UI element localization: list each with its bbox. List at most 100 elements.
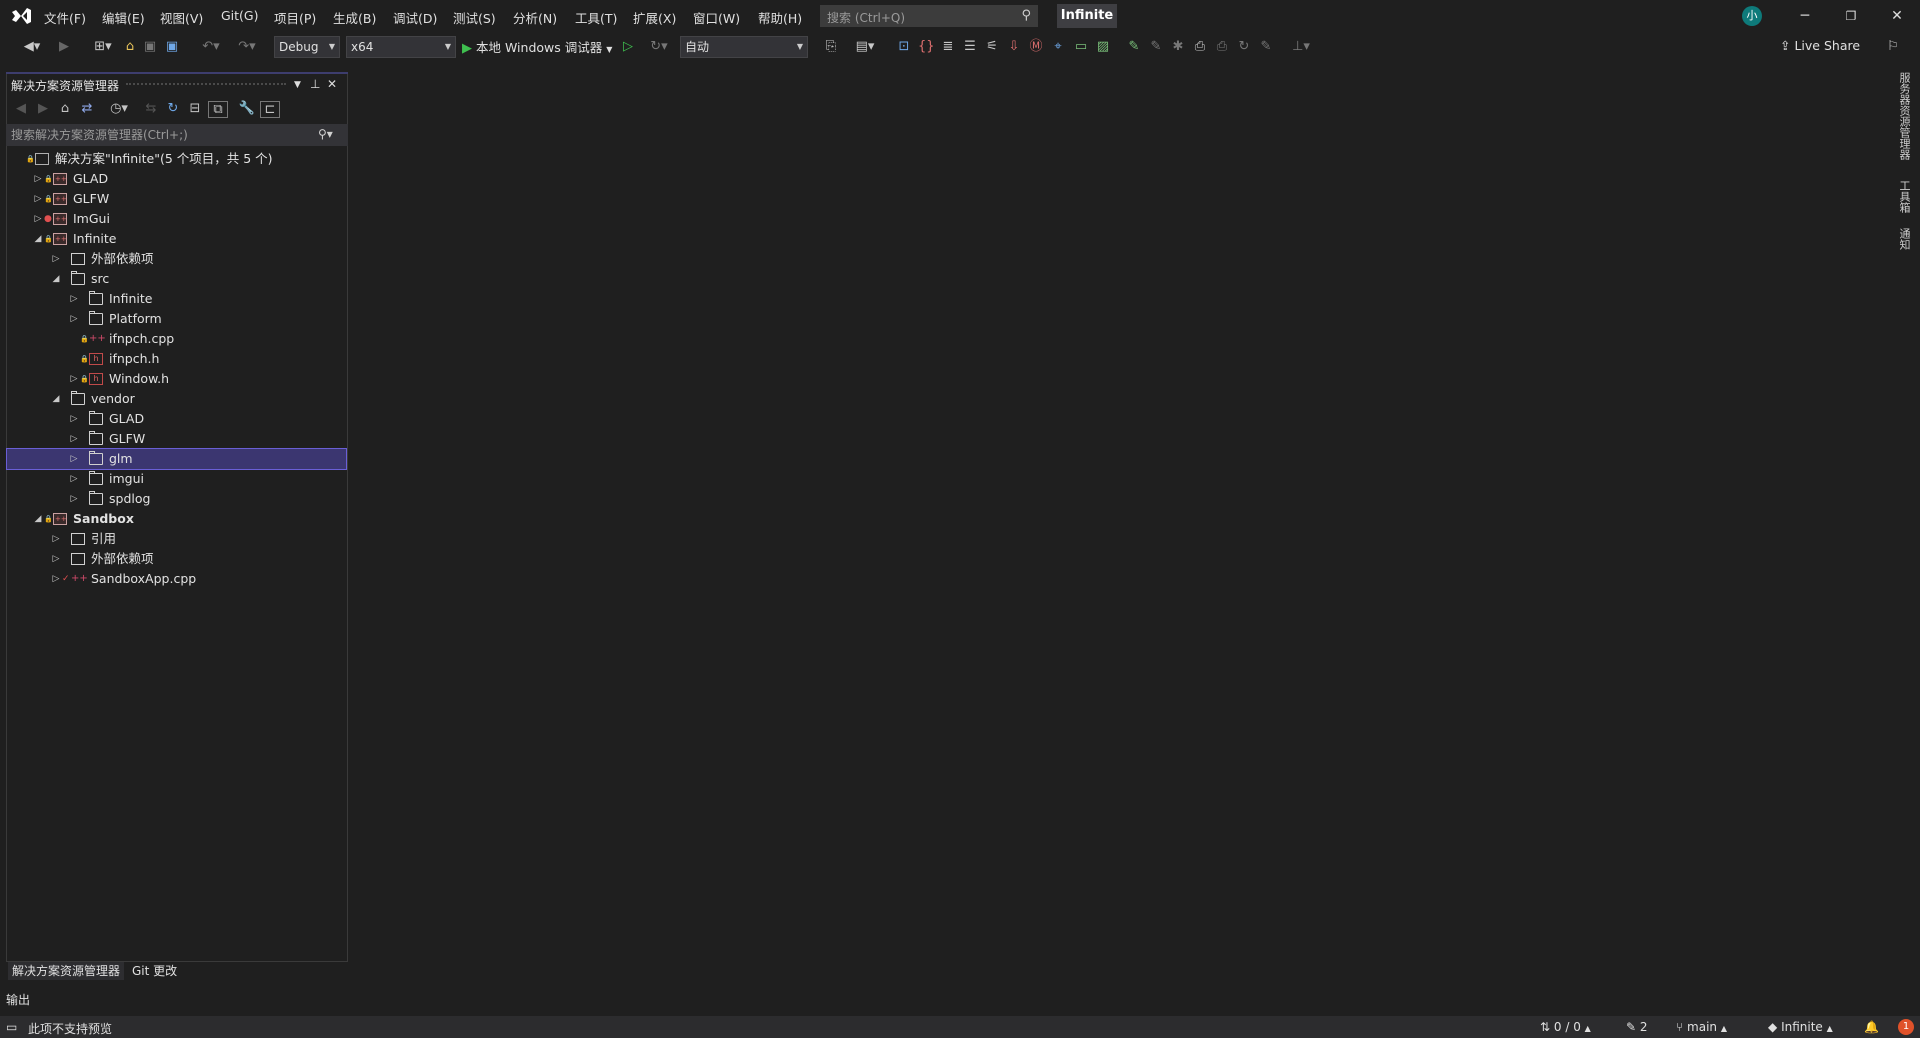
tab-notifications[interactable]: 通知: [1896, 228, 1912, 250]
collapse-all-icon[interactable]: ⊟: [186, 101, 204, 116]
switch-views-icon[interactable]: ⇄: [78, 101, 96, 116]
refresh-icon[interactable]: ↻: [164, 101, 182, 116]
bug-icon[interactable]: ✱: [1170, 38, 1186, 56]
browse-icon[interactable]: ⎘: [822, 38, 840, 56]
tree-item[interactable]: ◢ vendor: [7, 389, 346, 409]
tab-toolbox[interactable]: 工具箱: [1896, 180, 1912, 213]
tree-item[interactable]: ▷● ImGui: [7, 209, 346, 229]
menu-item[interactable]: 生成(B): [333, 8, 376, 27]
tree-item[interactable]: ▷ 🔒 h Window.h: [7, 369, 346, 389]
tree-item[interactable]: ▷ glm: [6, 448, 347, 470]
tool-icon-4[interactable]: ☰: [962, 38, 978, 56]
tree-item[interactable]: ▷ ✓ ++ SandboxApp.cpp: [7, 569, 346, 589]
account-avatar[interactable]: 小: [1742, 6, 1762, 26]
bell-icon[interactable]: 🔔: [1864, 1020, 1879, 1034]
panel-drag-handle[interactable]: [126, 83, 286, 85]
menu-item[interactable]: 帮助(H): [758, 8, 802, 27]
back-icon[interactable]: ◀▾: [14, 38, 50, 56]
collapsed-arrow-icon[interactable]: ▷: [69, 469, 79, 489]
collapsed-arrow-icon[interactable]: ▷: [69, 409, 79, 429]
se-forward-icon[interactable]: ▶: [34, 101, 52, 116]
tree-item[interactable]: ◢ src: [7, 269, 346, 289]
menu-item[interactable]: 项目(P): [274, 8, 316, 27]
tool-icon-2[interactable]: {}: [918, 38, 935, 56]
minimize-icon[interactable]: ─: [1790, 6, 1820, 26]
menu-item[interactable]: 文件(F): [44, 8, 86, 27]
solution-name-badge[interactable]: Infinite: [1057, 4, 1117, 28]
menu-item[interactable]: 窗口(W): [693, 8, 740, 27]
undo-icon[interactable]: ↶▾: [196, 38, 226, 56]
menu-item[interactable]: 测试(S): [453, 8, 496, 27]
tree-item[interactable]: 🔒 解决方案"Infinite"(5 个项目，共 5 个): [7, 149, 346, 169]
marker-icon[interactable]: ⌖: [1050, 38, 1066, 56]
tree-item[interactable]: ▷🔒 GLFW: [7, 189, 346, 209]
collapsed-arrow-icon[interactable]: ▷: [51, 569, 61, 589]
show-all-files-icon[interactable]: ⧉: [208, 101, 228, 118]
tree-item[interactable]: 🔒 h ifnpch.h: [7, 349, 346, 369]
collapsed-arrow-icon[interactable]: ▷: [33, 189, 43, 209]
pending-edits[interactable]: ✎ 2: [1626, 1020, 1648, 1034]
live-share-button[interactable]: ⇪ Live Share: [1780, 38, 1860, 53]
tool-icon-11[interactable]: ⎙: [1192, 38, 1208, 56]
pin-icon[interactable]: ⊥: [310, 77, 320, 91]
forward-icon[interactable]: ▶: [56, 38, 72, 56]
save-all-icon[interactable]: ▣: [164, 38, 180, 56]
restore-icon[interactable]: ❐: [1836, 6, 1866, 26]
tool-icon-7[interactable]: Ⓜ: [1028, 38, 1044, 56]
hot-reload-icon[interactable]: ↻▾: [644, 38, 674, 56]
expanded-arrow-icon[interactable]: ◢: [51, 269, 61, 289]
configuration-select[interactable]: Debug ▼: [274, 36, 340, 58]
branch-selector[interactable]: ⑂ main ▲: [1676, 1020, 1727, 1034]
tool-icon-8[interactable]: ▭: [1072, 38, 1090, 56]
panel-close-icon[interactable]: ✕: [327, 77, 337, 91]
tree-item[interactable]: ▷ 引用: [7, 529, 346, 549]
menu-item[interactable]: 扩展(X): [633, 8, 676, 27]
tab-solution-explorer[interactable]: 解决方案资源管理器: [8, 962, 125, 980]
expanded-arrow-icon[interactable]: ◢: [33, 229, 43, 249]
menu-item[interactable]: 工具(T): [575, 8, 617, 27]
notification-badge[interactable]: 1: [1898, 1019, 1914, 1035]
properties-icon[interactable]: 🔧: [238, 101, 256, 116]
menu-item[interactable]: 编辑(E): [102, 8, 145, 27]
tree-item[interactable]: 🔒 ++ ifnpch.cpp: [7, 329, 346, 349]
collapsed-arrow-icon[interactable]: ▷: [69, 369, 79, 389]
se-back-icon[interactable]: ◀: [12, 101, 30, 116]
open-folder-icon[interactable]: ⌂: [122, 38, 138, 56]
output-panel-title[interactable]: 输出: [6, 991, 30, 1008]
expanded-arrow-icon[interactable]: ◢: [51, 389, 61, 409]
tool-icon-3[interactable]: ≣: [940, 38, 956, 56]
tree-item[interactable]: ▷ imgui: [7, 469, 346, 489]
expanded-arrow-icon[interactable]: ◢: [33, 509, 43, 529]
start-without-debugging-icon[interactable]: ▷: [620, 38, 636, 56]
tool-icon-13[interactable]: ↻: [1236, 38, 1252, 56]
tool-icon-6[interactable]: ⇩: [1006, 38, 1022, 56]
start-debugging-button[interactable]: ▶ 本地 Windows 调试器 ▼: [462, 37, 612, 56]
tab-git-changes[interactable]: Git 更改: [128, 962, 181, 980]
collapsed-arrow-icon[interactable]: ▷: [33, 169, 43, 189]
collapsed-arrow-icon[interactable]: ▷: [69, 289, 79, 309]
save-icon[interactable]: ▣: [142, 38, 158, 56]
collapsed-arrow-icon[interactable]: ▷: [33, 209, 43, 229]
platform-select[interactable]: x64 ▼: [346, 36, 456, 58]
menu-item[interactable]: 调试(D): [393, 8, 437, 27]
collapsed-arrow-icon[interactable]: ▷: [51, 249, 61, 269]
collapsed-arrow-icon[interactable]: ▷: [51, 529, 61, 549]
collapsed-arrow-icon[interactable]: ▷: [51, 549, 61, 569]
repository-selector[interactable]: ◆ Infinite ▲: [1768, 1020, 1833, 1034]
search-options-icon[interactable]: ⚲▾: [318, 127, 333, 141]
toolbar-overflow-icon[interactable]: ⊥▾: [1288, 38, 1314, 56]
tree-item[interactable]: ▷ spdlog: [7, 489, 346, 509]
image-icon[interactable]: ▨: [1094, 38, 1112, 56]
auto-select[interactable]: 自动 ▼: [680, 36, 808, 58]
tool-icon-9[interactable]: ✎: [1126, 38, 1142, 56]
redo-icon[interactable]: ↷▾: [232, 38, 262, 56]
tool-icon-12[interactable]: ⎙: [1214, 38, 1230, 56]
tree-item[interactable]: ▷ 外部依赖项: [7, 549, 346, 569]
panel-menu-chevron-icon[interactable]: ▼: [294, 80, 301, 90]
tree-item[interactable]: ◢🔒 Sandbox: [7, 509, 346, 529]
visual-studio-logo-icon[interactable]: [10, 6, 32, 26]
tree-item[interactable]: ▷ 外部依赖项: [7, 249, 346, 269]
tree-item[interactable]: ▷ Infinite: [7, 289, 346, 309]
preview-selected-icon[interactable]: ⊏: [260, 101, 280, 118]
collapsed-arrow-icon[interactable]: ▷: [69, 309, 79, 329]
